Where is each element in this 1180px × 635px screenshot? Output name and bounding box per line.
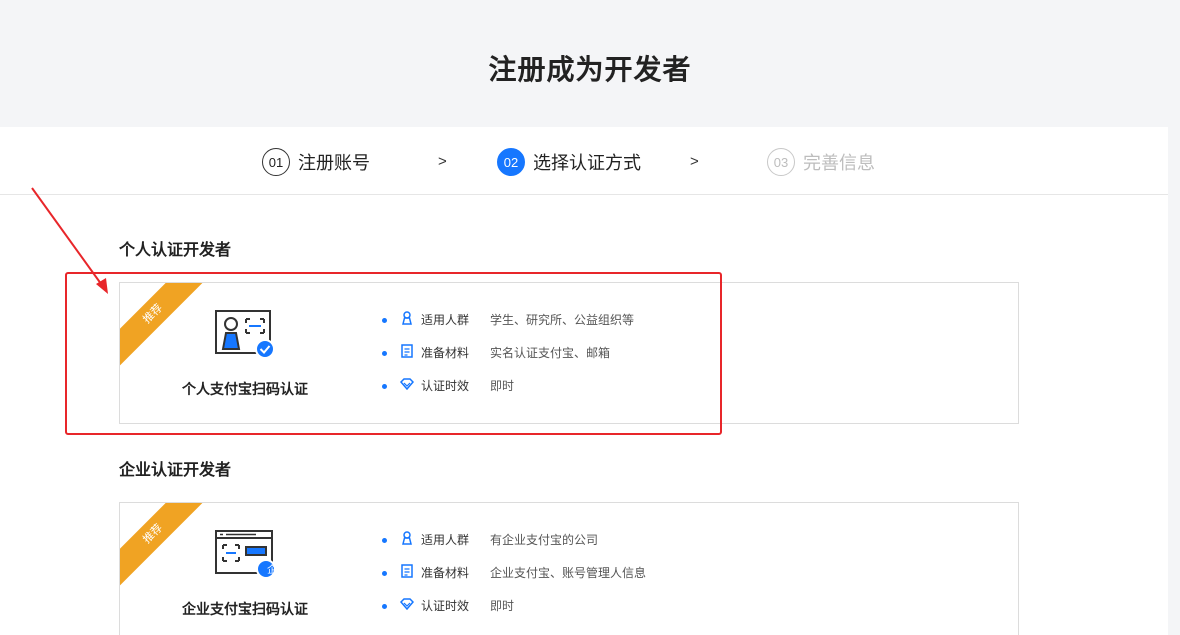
step-1-number: 01	[262, 148, 290, 176]
step-3-number: 03	[767, 148, 795, 176]
step-2: 02 选择认证方式	[497, 148, 641, 176]
detail-label: 准备材料	[421, 566, 470, 580]
step-1-label: 注册账号	[298, 153, 370, 173]
step-separator: >	[690, 153, 699, 170]
step-3: 03 完善信息	[767, 148, 875, 176]
document-icon	[400, 564, 414, 578]
detail-label: 适用人群	[421, 533, 470, 547]
enterprise-icon-badge: 企	[267, 565, 277, 576]
page-header: 注册成为开发者	[0, 0, 1180, 127]
enterprise-details: 适用人群 有企业支付宝的公司 准备材料 企业支付宝、账号管理人信息 认证时效 即…	[382, 531, 646, 630]
step-separator: >	[438, 153, 447, 170]
personal-section-title: 个人认证开发者	[119, 242, 232, 259]
highlight-box	[65, 272, 722, 435]
detail-value: 即时	[490, 599, 515, 613]
step-2-number: 02	[497, 148, 525, 176]
person-icon	[400, 531, 414, 545]
detail-value: 有企业支付宝的公司	[490, 533, 599, 547]
enterprise-section-title: 企业认证开发者	[119, 462, 232, 479]
page-title: 注册成为开发者	[488, 54, 692, 85]
bullet-dot	[382, 571, 387, 576]
detail-row-duration: 认证时效 即时	[382, 597, 646, 630]
diamond-icon	[400, 597, 414, 611]
detail-row-audience: 适用人群 有企业支付宝的公司	[382, 531, 646, 564]
detail-label: 认证时效	[421, 599, 470, 613]
enterprise-auth-option[interactable]: 推荐 企 企业支付宝扫码认证 适用人群 有企业支付宝的公司 准备材料 企业支付宝…	[119, 502, 1019, 635]
bullet-dot	[382, 604, 387, 609]
enterprise-option-name: 企业支付宝扫码认证	[182, 601, 308, 617]
step-2-label: 选择认证方式	[533, 153, 641, 173]
detail-row-materials: 准备材料 企业支付宝、账号管理人信息	[382, 564, 646, 597]
bullet-dot	[382, 538, 387, 543]
step-1: 01 注册账号	[262, 148, 370, 176]
annotation-arrow	[31, 187, 108, 294]
recommend-badge: 推荐	[120, 503, 209, 590]
detail-value: 企业支付宝、账号管理人信息	[490, 566, 647, 580]
step-indicator: 01 注册账号 > 02 选择认证方式 > 03 完善信息	[0, 127, 1168, 195]
step-3-label: 完善信息	[803, 153, 875, 173]
